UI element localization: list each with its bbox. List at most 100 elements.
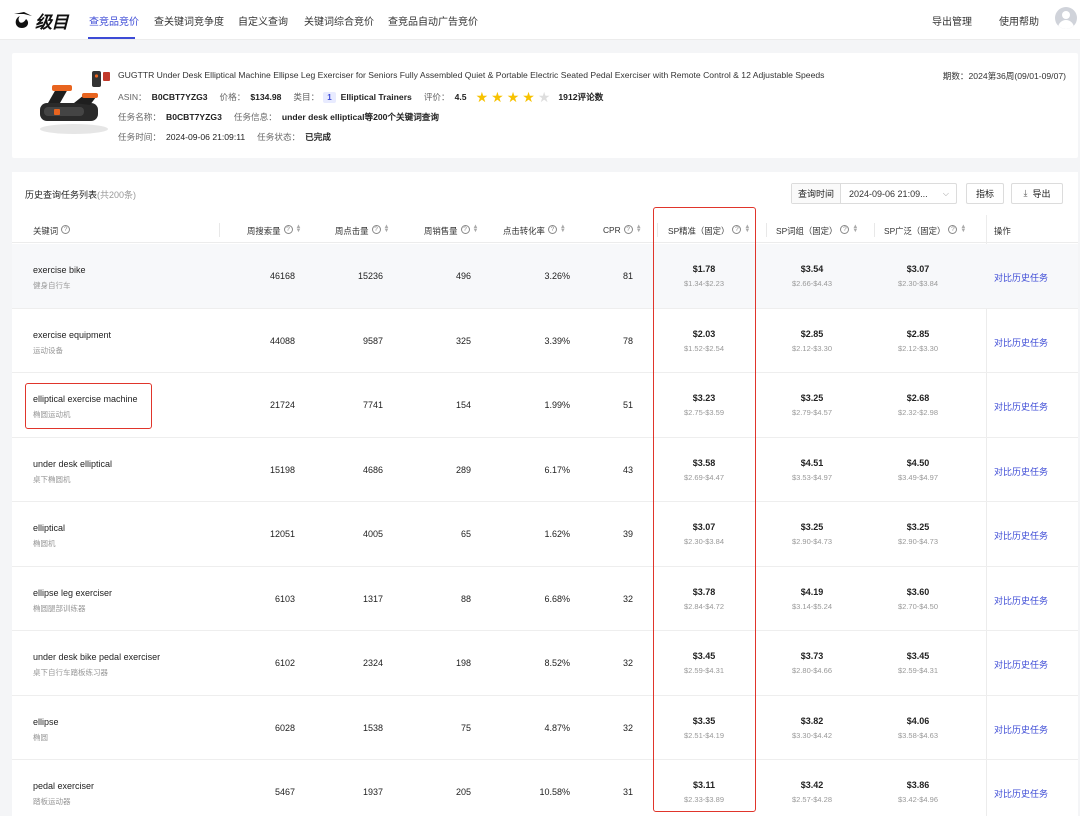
click-conversion-value: 8.52% <box>544 658 570 668</box>
sort-icon[interactable]: ▲ ▼ <box>296 224 302 234</box>
weekly-sales-value: 198 <box>455 658 471 668</box>
weekly-search-value: 21724 <box>269 400 295 410</box>
compare-history-link[interactable]: 对比历史任务 <box>994 594 1048 607</box>
tab-keyword-overall-bid[interactable]: 关键词综合竞价 <box>304 13 374 28</box>
sort-icon[interactable]: ▲ ▼ <box>560 224 566 234</box>
logo-mark-icon <box>14 12 32 28</box>
sort-icon[interactable]: ▲ ▼ <box>636 224 642 234</box>
table-row[interactable]: elliptical exercise machine 椭圆运动机 21724 774… <box>12 373 1078 438</box>
compare-history-link[interactable]: 对比历史任务 <box>994 400 1048 413</box>
click-conversion-value: 6.68% <box>544 593 570 604</box>
weekly-clicks-value: 1937 <box>362 787 383 797</box>
weekly-clicks-value: 15236 <box>357 271 383 281</box>
rating-label: 评价： <box>423 92 450 102</box>
sp-exact-range: $2.33-$3.89 <box>683 795 725 804</box>
task-keyword-count[interactable]: 200 <box>373 112 387 122</box>
compare-history-link[interactable]: 对比历史任务 <box>994 787 1048 800</box>
col-sp-phrase-label: SP词组（固定） <box>776 226 838 236</box>
compare-history-link[interactable]: 对比历史任务 <box>994 336 1048 349</box>
table-row[interactable]: under desk elliptical 桌下椭圆机 15198 4686 289 6.… <box>12 438 1078 502</box>
task-info-row: 任务名称： B0CBT7YZG3 任务信息： under desk ellipt… <box>118 111 451 123</box>
compare-history-link[interactable]: 对比历史任务 <box>994 529 1048 542</box>
star-empty-icon: ★ <box>537 89 551 105</box>
table-row[interactable]: under desk bike pedal exerciser 桌下自行车踏板练习… <box>12 631 1078 696</box>
help-icon[interactable]: ? <box>840 225 850 234</box>
compare-history-link[interactable]: 对比历史任务 <box>994 271 1048 284</box>
sp-broad-range: $2.30-$3.84 <box>897 279 939 288</box>
help-icon[interactable]: ? <box>623 225 633 234</box>
tab-custom-query[interactable]: 自定义查询 <box>238 13 288 28</box>
compare-history-link[interactable]: 对比历史任务 <box>994 723 1048 736</box>
keyword-translation: 踏板运动器 <box>33 797 71 806</box>
compare-history-link[interactable]: 对比历史任务 <box>994 658 1048 671</box>
help-link[interactable]: 使用帮助 <box>999 13 1039 28</box>
tab-keyword-competition[interactable]: 查关键词竞争度 <box>154 13 224 28</box>
help-icon[interactable]: ? <box>283 225 293 234</box>
help-icon[interactable]: ? <box>460 225 470 234</box>
compare-history-link[interactable]: 对比历史任务 <box>994 465 1048 478</box>
sp-phrase-bid: $3.25 <box>800 522 824 532</box>
table-row[interactable]: pedal exerciser 踏板运动器 5467 1937 205 10.58% 31 $… <box>12 760 1078 816</box>
export-button[interactable]: ⤓ 导出 <box>1011 183 1063 204</box>
col-weekly-search[interactable]: 周搜索量? ▲ ▼ <box>247 224 302 237</box>
sp-exact-bid: $1.78 <box>692 264 716 274</box>
help-icon[interactable]: ? <box>732 225 742 234</box>
sp-phrase-bid: $3.82 <box>800 715 824 726</box>
weekly-clicks-value: 1317 <box>362 593 383 604</box>
col-weekly-clicks[interactable]: 周点击量? ▲ ▼ <box>335 224 390 237</box>
sort-icon[interactable]: ▲ ▼ <box>960 224 966 234</box>
app-logo[interactable]: 级目 <box>12 8 69 33</box>
tab-competitor-auto-ad-bid[interactable]: 查竞品自动广告竞价 <box>388 13 478 28</box>
column-divider <box>874 223 875 237</box>
user-avatar[interactable] <box>1055 7 1077 29</box>
help-icon[interactable]: ? <box>61 225 71 234</box>
col-click-conversion[interactable]: 点击转化率? ▲ ▼ <box>503 224 566 237</box>
sp-broad-bid: $4.50 <box>906 457 930 468</box>
metric-button[interactable]: 指标 <box>966 183 1004 204</box>
cpr-value: 51 <box>622 400 633 410</box>
col-sp-exact[interactable]: SP精准（固定）? ▲ ▼ <box>668 224 750 237</box>
table-row[interactable]: elliptical 椭圆机 12051 4005 65 1.62% 39 $3.07 $2.3… <box>12 502 1078 567</box>
help-icon[interactable]: ? <box>547 225 557 234</box>
sp-broad-bid: $3.60 <box>906 586 930 597</box>
panel-title: 历史查询任务列表(共200条) <box>25 188 136 201</box>
table-row[interactable]: ellipse 椭圆 6028 1538 75 4.87% 32 $3.35 $2.51-$4.… <box>12 696 1078 760</box>
help-icon[interactable]: ? <box>371 225 381 234</box>
sort-icon[interactable]: ▲ ▼ <box>473 224 479 234</box>
star-icon: ★ <box>506 89 520 105</box>
task-name-label: 任务名称： <box>118 112 161 122</box>
col-weekly-clicks-label: 周点击量 <box>335 226 369 236</box>
sp-broad-bid: $3.25 <box>906 522 930 532</box>
export-management-link[interactable]: 导出管理 <box>932 13 972 28</box>
click-conversion-value: 3.39% <box>544 335 570 346</box>
weekly-search-value: 5467 <box>274 787 295 797</box>
star-icon: ★ <box>491 89 504 105</box>
avatar-head-shape <box>1062 11 1070 19</box>
task-info-label: 任务信息： <box>233 112 277 122</box>
task-status-label: 任务状态： <box>257 132 301 142</box>
col-weekly-sales[interactable]: 周销售量? ▲ ▼ <box>424 224 479 237</box>
sp-exact-range: $2.51-$4.19 <box>683 730 725 740</box>
tab-competitor-bid[interactable]: 查竞品竞价 <box>89 13 139 28</box>
table-row[interactable]: exercise equipment 运动设备 44088 9587 325 3.39% 7… <box>12 309 1078 373</box>
keyword-text: under desk bike pedal exerciser <box>33 652 161 662</box>
query-time-value: 2024-09-06 21:09... <box>849 188 928 199</box>
col-cpr[interactable]: CPR? ▲ ▼ <box>603 224 642 235</box>
col-sp-broad[interactable]: SP广泛（固定）? ▲ ▼ <box>884 224 966 237</box>
sort-icon[interactable]: ▲ ▼ <box>384 224 390 234</box>
col-sp-phrase[interactable]: SP词组（固定）? ▲ ▼ <box>776 224 858 237</box>
table-row[interactable]: exercise bike 健身自行车 46168 15236 496 3.26% 81 $1… <box>12 244 1078 309</box>
help-icon[interactable]: ? <box>948 225 958 234</box>
sort-icon[interactable]: ▲ ▼ <box>852 224 858 234</box>
logo-text: 级目 <box>35 12 69 33</box>
sort-icon[interactable]: ▲ ▼ <box>744 224 750 234</box>
query-time-select[interactable]: 查询时间 2024-09-06 21:09... ⌵ <box>791 183 957 204</box>
keyword-text: pedal exerciser <box>33 781 95 791</box>
keyword-text: elliptical exercise machine <box>33 394 138 404</box>
weekly-search-value: 12051 <box>269 529 295 539</box>
weekly-clicks-value: 7741 <box>362 400 383 410</box>
category-label: 类目： <box>293 92 320 102</box>
weekly-sales-value: 496 <box>455 271 471 281</box>
keyword-text: under desk elliptical <box>33 458 113 469</box>
table-row[interactable]: ellipse leg exerciser 椭圆腿部训练器 6103 1317 88 6.… <box>12 567 1078 631</box>
